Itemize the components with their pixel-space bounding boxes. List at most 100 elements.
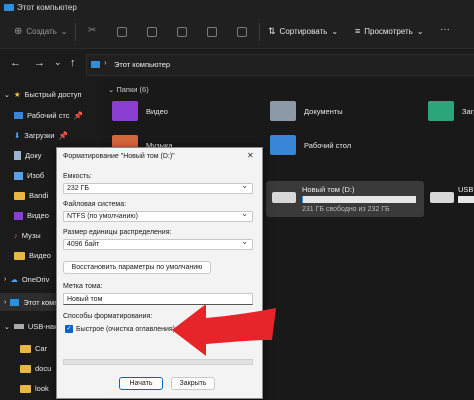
view-button[interactable]: ≡ Просмотреть ⌄ bbox=[355, 26, 424, 36]
sidebar-label: Быстрый доступ bbox=[24, 90, 82, 99]
sidebar-label: Этот комп bbox=[23, 297, 59, 307]
folders-group-header[interactable]: ⌄ Папки (6) bbox=[108, 85, 149, 94]
restore-defaults-button[interactable]: Восстановить параметры по умолчанию bbox=[63, 261, 211, 274]
sidebar-item-car[interactable]: Car bbox=[20, 344, 47, 353]
sidebar-label: Car bbox=[35, 344, 48, 353]
drive-tile-usb[interactable]: USB bbox=[428, 181, 474, 217]
command-bar: ⊕ Создать ⌄ ✂ ⇅ Сортировать ⌄ ≡ Просмотр… bbox=[0, 16, 474, 49]
documents-folder-icon bbox=[270, 101, 296, 121]
quick-format-label: Быстрое (очистка оглавления) bbox=[76, 325, 176, 333]
title-bar: Этот компьютер bbox=[0, 0, 474, 16]
filesystem-select[interactable]: NTFS (по умолчанию) bbox=[63, 209, 253, 222]
sidebar-item-docu[interactable]: docu bbox=[20, 364, 51, 373]
view-icon: ≡ bbox=[355, 26, 361, 36]
document-icon bbox=[14, 151, 21, 160]
up-arrow-icon[interactable]: ↑ bbox=[70, 57, 76, 69]
download-icon: ⬇ bbox=[14, 131, 21, 140]
sidebar-item-onedrive[interactable]: › ☁ OneDriv bbox=[4, 275, 49, 284]
capacity-select[interactable]: 232 ГБ bbox=[63, 181, 253, 194]
chevron-down-icon[interactable]: ⌄ bbox=[54, 57, 62, 68]
sidebar-item-quick-access[interactable]: ⌄ ★ Быстрый доступ bbox=[4, 90, 82, 99]
back-arrow-icon[interactable]: ← bbox=[10, 57, 21, 69]
video-icon bbox=[14, 211, 23, 220]
folder-tile-documents[interactable]: Документы bbox=[270, 101, 343, 121]
chevron-right-icon: › bbox=[4, 276, 7, 283]
sort-button[interactable]: ⇅ Сортировать ⌄ bbox=[268, 26, 338, 37]
sidebar-item-documents[interactable]: Доку bbox=[14, 151, 41, 160]
cluster-size-select[interactable]: 4096 байт bbox=[63, 237, 253, 250]
create-button[interactable]: ⊕ Создать ⌄ bbox=[14, 26, 68, 37]
quick-format-checkbox-row[interactable]: ✓ Быстрое (очистка оглавления) bbox=[65, 325, 175, 333]
computer-icon bbox=[10, 298, 20, 306]
close-icon[interactable]: ✕ bbox=[247, 151, 254, 160]
music-icon: ♪ bbox=[14, 231, 18, 240]
sidebar-item-usb[interactable]: ⌄ USB-нако bbox=[4, 322, 62, 331]
sidebar-label: Загрузки bbox=[24, 131, 55, 140]
sidebar-label: Видео bbox=[29, 251, 51, 260]
checkbox-checked-icon[interactable]: ✓ bbox=[65, 325, 73, 333]
forward-arrow-icon[interactable]: → bbox=[34, 57, 45, 69]
breadcrumb-chevron-icon: › bbox=[104, 58, 107, 67]
sidebar-item-music[interactable]: ♪ Музы bbox=[14, 231, 41, 240]
sidebar-label: Доку bbox=[25, 151, 42, 160]
downloads-folder-icon bbox=[428, 101, 454, 121]
sidebar-item-look[interactable]: look bbox=[20, 384, 49, 393]
folders-group-label: Папки (6) bbox=[116, 85, 149, 94]
chevron-down-icon: ⌄ bbox=[4, 91, 10, 99]
usb-drive-icon bbox=[13, 324, 24, 329]
usb-drive-icon bbox=[430, 192, 454, 203]
drive-tile-d[interactable]: Новый том (D:) 231 ГБ свободно из 232 ГБ bbox=[266, 181, 424, 217]
close-button[interactable]: Закрыть bbox=[171, 377, 215, 390]
delete-icon[interactable] bbox=[237, 27, 247, 37]
sidebar-item-downloads[interactable]: ⬇ Загрузки 📌 bbox=[14, 131, 68, 140]
computer-icon bbox=[4, 4, 14, 11]
sidebar-item-desktop[interactable]: Рабочий стс 📌 bbox=[14, 111, 83, 120]
plus-icon: ⊕ bbox=[14, 26, 23, 37]
picture-icon bbox=[14, 171, 23, 180]
sidebar-item-videos[interactable]: Видео bbox=[14, 211, 49, 220]
format-dialog: Форматирование "Новый том (D:)" ✕ Емкост… bbox=[56, 147, 263, 399]
breadcrumb[interactable]: Этот компьютер bbox=[114, 60, 170, 69]
folder-icon bbox=[20, 384, 31, 393]
annotation-arrow bbox=[172, 304, 276, 356]
separator bbox=[259, 23, 260, 41]
create-label: Создать bbox=[26, 27, 57, 36]
address-bar-row: ← → ⌄ ↑ › Этот компьютер bbox=[0, 49, 474, 79]
chevron-down-icon: ⌄ bbox=[416, 26, 424, 36]
cluster-size-label: Размер единицы распределения: bbox=[63, 229, 172, 236]
folder-name: Загр bbox=[462, 106, 474, 116]
drive-name: USB bbox=[458, 185, 474, 194]
view-label: Просмотреть bbox=[364, 26, 413, 36]
folder-tile-downloads[interactable]: Загр bbox=[428, 101, 474, 121]
address-field[interactable]: › Этот компьютер bbox=[86, 54, 474, 76]
capacity-value: 232 ГБ bbox=[67, 185, 90, 192]
paste-icon[interactable] bbox=[147, 27, 157, 37]
pin-icon: 📌 bbox=[58, 131, 68, 140]
more-button[interactable]: ··· bbox=[440, 24, 450, 35]
separator bbox=[75, 23, 76, 41]
folder-icon bbox=[20, 344, 31, 353]
filesystem-label: Файловая система: bbox=[63, 201, 127, 208]
folder-tile-desktop[interactable]: Рабочий стол bbox=[270, 135, 351, 155]
rename-icon[interactable] bbox=[177, 27, 187, 37]
start-button[interactable]: Начать bbox=[119, 377, 163, 390]
cut-icon[interactable]: ✂ bbox=[88, 25, 96, 36]
sidebar-label: look bbox=[35, 384, 49, 393]
computer-icon bbox=[91, 61, 100, 68]
sidebar-label: Рабочий стс bbox=[27, 111, 70, 120]
copy-icon[interactable] bbox=[117, 27, 127, 37]
folder-icon bbox=[14, 251, 25, 260]
sort-icon: ⇅ bbox=[268, 26, 276, 36]
folder-name: Видео bbox=[146, 106, 168, 116]
format-options-label: Способы форматирования: bbox=[63, 313, 153, 320]
sidebar-item-videos-2[interactable]: Видео bbox=[14, 251, 51, 260]
cloud-icon: ☁ bbox=[10, 275, 18, 284]
sidebar-item-pictures[interactable]: Изоб bbox=[14, 171, 44, 180]
share-icon[interactable] bbox=[207, 27, 217, 37]
desktop-icon bbox=[14, 112, 23, 119]
sidebar-item-bandicam[interactable]: Bandi bbox=[14, 191, 48, 200]
capacity-label: Емкость: bbox=[63, 173, 92, 180]
desktop-folder-icon bbox=[270, 135, 296, 155]
folder-icon bbox=[14, 191, 25, 200]
folder-tile-video[interactable]: Видео bbox=[112, 101, 168, 121]
